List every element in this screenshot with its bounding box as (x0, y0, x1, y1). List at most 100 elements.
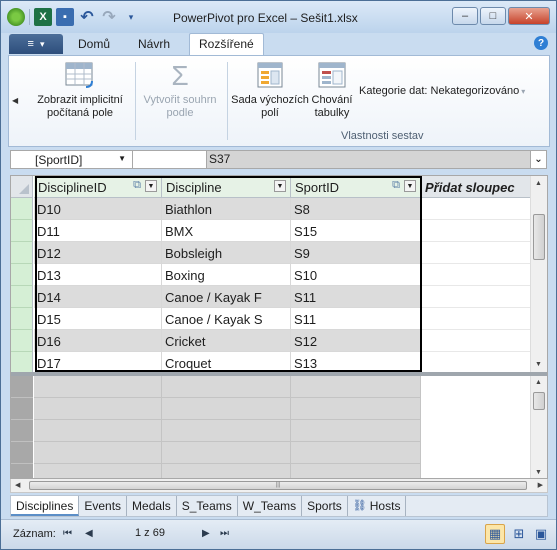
table-cell[interactable]: D15 (34, 308, 162, 330)
row-header[interactable] (11, 286, 33, 308)
row-header[interactable] (11, 376, 33, 398)
show-implicit-fields-button[interactable]: Zobrazit implicitní počítaná pole (29, 61, 131, 120)
measure-cell[interactable] (421, 420, 531, 442)
measure-cell[interactable] (421, 398, 531, 420)
measure-cell[interactable] (291, 420, 421, 442)
close-button[interactable]: ✕ (508, 7, 550, 25)
column-header-discipline[interactable]: Discipline ▼ (162, 176, 291, 198)
last-record-icon[interactable]: ⏭ (220, 528, 229, 539)
file-menu-button[interactable]: ≡ ▾ (9, 34, 63, 54)
undo-icon[interactable]: ↶ (78, 8, 96, 26)
next-record-icon[interactable]: ▶ (202, 528, 210, 539)
table-cell[interactable]: Cricket (162, 330, 291, 352)
measure-cell[interactable] (291, 376, 421, 398)
row-header[interactable] (11, 198, 33, 220)
expand-formula-icon[interactable]: ⌄ (530, 151, 546, 168)
measure-cell[interactable] (291, 398, 421, 420)
measure-cell[interactable] (162, 420, 291, 442)
name-box[interactable]: [SportID] ▼ (11, 151, 133, 168)
add-column-cell[interactable] (421, 220, 531, 242)
measure-cell[interactable] (162, 398, 291, 420)
table-cell[interactable]: S12 (291, 330, 421, 352)
add-column-cell[interactable] (421, 264, 531, 286)
select-all-corner[interactable] (11, 176, 33, 198)
scrollbar-thumb[interactable] (533, 214, 545, 260)
add-column-cell[interactable] (421, 286, 531, 308)
tab-advanced[interactable]: Rozšířené (189, 33, 264, 55)
table-cell[interactable]: S11 (291, 286, 421, 308)
row-header[interactable] (11, 352, 33, 374)
sheet-tab-events[interactable]: Events (79, 496, 128, 516)
row-header[interactable] (11, 442, 33, 464)
table-cell[interactable]: D10 (34, 198, 162, 220)
measure-cell[interactable] (162, 464, 291, 478)
tab-home[interactable]: Domů (78, 37, 110, 51)
help-icon[interactable]: ? (534, 36, 548, 50)
diagram-view-icon[interactable]: ⊞ (509, 524, 529, 544)
measure-cell[interactable] (34, 398, 162, 420)
table-cell[interactable]: D16 (34, 330, 162, 352)
table-cell[interactable]: S10 (291, 264, 421, 286)
table-cell[interactable]: BMX (162, 220, 291, 242)
measure-cell[interactable] (34, 442, 162, 464)
add-column-cell[interactable] (421, 330, 531, 352)
row-header[interactable] (11, 220, 33, 242)
table-cell[interactable]: S9 (291, 242, 421, 264)
row-header[interactable] (11, 242, 33, 264)
row-header[interactable] (11, 420, 33, 442)
add-column-cell[interactable] (421, 352, 531, 374)
add-column-header[interactable]: Přidat sloupec (421, 176, 531, 198)
measure-cell[interactable] (421, 464, 531, 478)
column-header-sportid[interactable]: SportID ⧉ ▼ (291, 176, 421, 198)
row-header[interactable] (11, 398, 33, 420)
table-cell[interactable]: Canoe / Kayak F (162, 286, 291, 308)
table-cell[interactable]: Canoe / Kayak S (162, 308, 291, 330)
measure-cell[interactable] (162, 376, 291, 398)
first-record-icon[interactable]: ⏮ (63, 528, 72, 539)
row-header[interactable] (11, 264, 33, 286)
column-header-disciplineid[interactable]: DisciplineID ⧉ ▼ (34, 176, 162, 198)
tab-design[interactable]: Návrh (138, 37, 170, 51)
filter-dropdown-icon[interactable]: ▼ (145, 180, 157, 192)
customize-icon[interactable]: ▾ (122, 8, 140, 26)
table-cell[interactable]: Croquet (162, 352, 291, 374)
excel-icon[interactable]: X (34, 8, 52, 26)
table-cell[interactable]: Biathlon (162, 198, 291, 220)
table-cell[interactable]: S8 (291, 198, 421, 220)
table-cell[interactable]: S15 (291, 220, 421, 242)
measure-cell[interactable] (34, 376, 162, 398)
horizontal-scrollbar[interactable]: ◀ ||| ▶ (10, 479, 548, 493)
scroll-left-icon[interactable]: ◀ (15, 481, 20, 489)
sheet-tab-s-teams[interactable]: S_Teams (177, 496, 238, 516)
measure-cell[interactable] (421, 376, 531, 398)
measure-cell[interactable] (34, 420, 162, 442)
row-header[interactable] (11, 464, 33, 478)
measure-cell[interactable] (421, 442, 531, 464)
measure-cell[interactable] (291, 442, 421, 464)
table-cell[interactable]: D13 (34, 264, 162, 286)
chevron-down-icon[interactable]: ▼ (118, 154, 126, 163)
default-field-set-button[interactable]: Sada výchozích polí (231, 61, 309, 120)
scrollbar-thumb[interactable] (533, 392, 545, 410)
vertical-scrollbar[interactable]: ▲ ▼ (530, 176, 547, 372)
data-view-icon[interactable]: ▦ (485, 524, 505, 544)
row-header[interactable] (11, 330, 33, 352)
redo-icon[interactable]: ↷ (100, 8, 118, 26)
ribbon-scroll-left-icon[interactable]: ◀ (12, 96, 18, 105)
table-cell[interactable]: Bobsleigh (162, 242, 291, 264)
save-icon[interactable]: ▪ (56, 8, 74, 26)
measure-cell[interactable] (291, 464, 421, 478)
table-cell[interactable]: D14 (34, 286, 162, 308)
filter-dropdown-icon[interactable]: ▼ (274, 180, 286, 192)
create-summary-button[interactable]: Σ Vytvořit souhrn podle (137, 61, 223, 120)
previous-record-icon[interactable]: ◀ (85, 528, 93, 539)
filter-dropdown-icon[interactable]: ▼ (404, 180, 416, 192)
table-cell[interactable]: Boxing (162, 264, 291, 286)
maximize-button[interactable]: □ (480, 7, 506, 25)
sheet-tab-disciplines[interactable]: Disciplines (11, 496, 80, 516)
scroll-right-icon[interactable]: ▶ (538, 481, 543, 489)
measure-cell[interactable] (34, 464, 162, 478)
add-column-cell[interactable] (421, 198, 531, 220)
formula-input[interactable]: S37 (209, 152, 230, 166)
lower-vertical-scrollbar[interactable]: ▲ ▼ (530, 376, 547, 478)
